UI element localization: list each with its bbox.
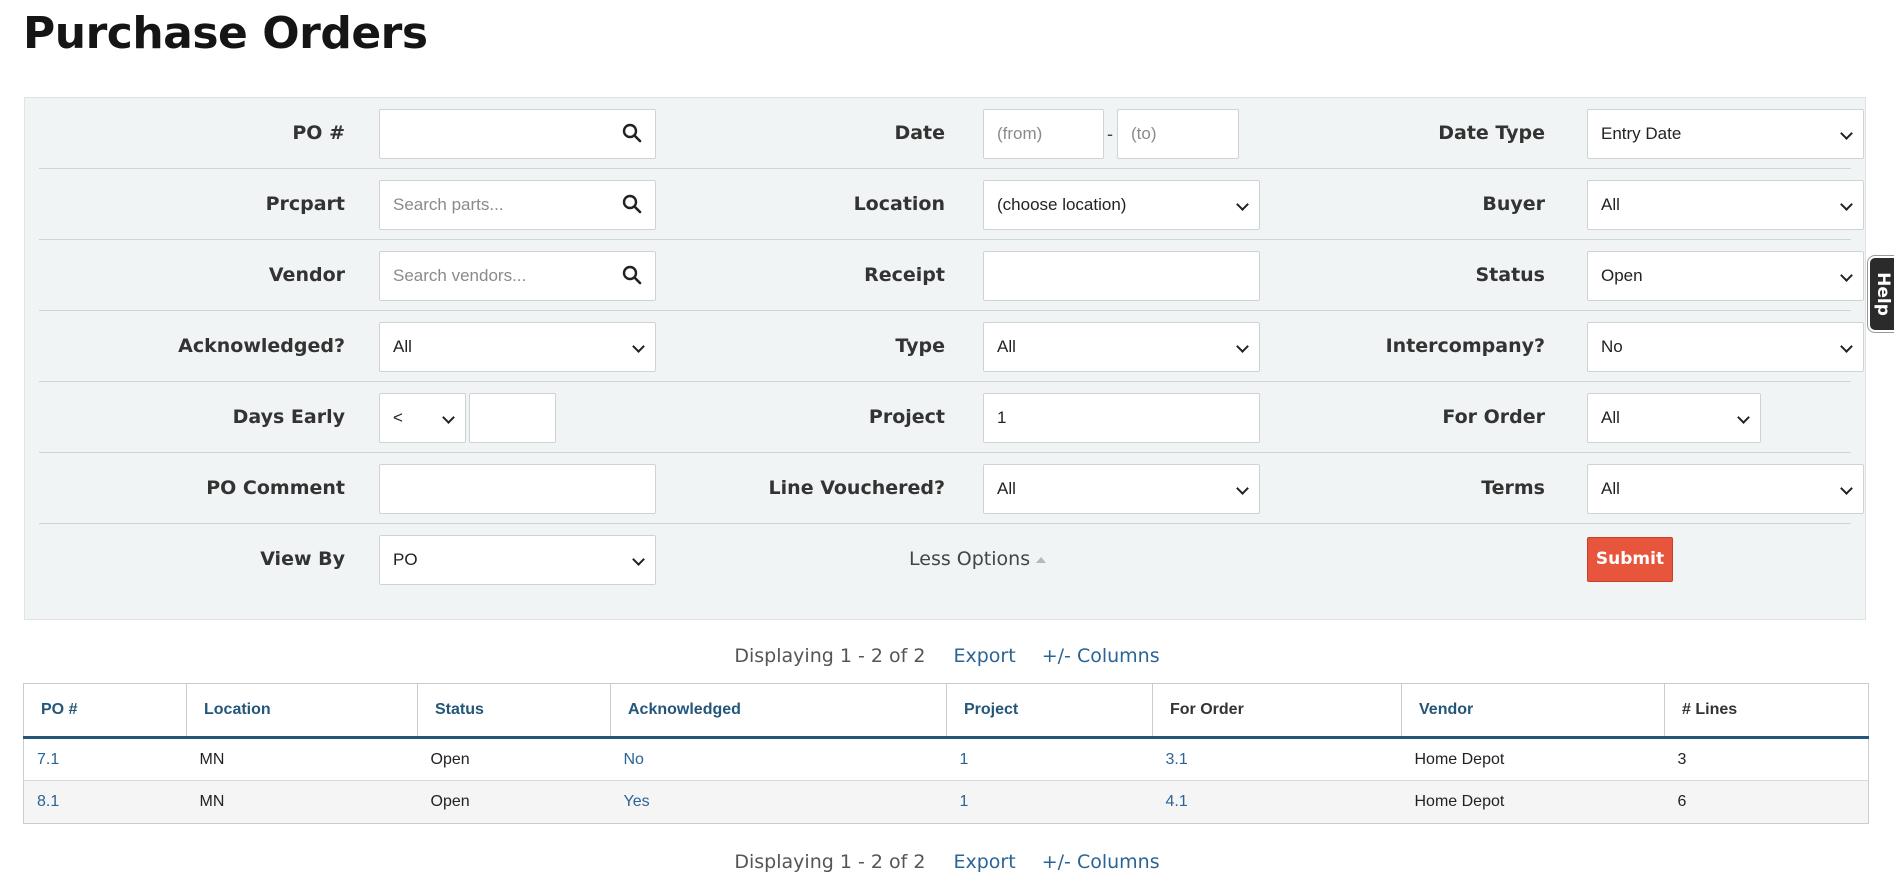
- acknowledged-label: Acknowledged?: [178, 335, 345, 357]
- location-label: Location: [853, 193, 945, 215]
- filter-row-7: View By PO Less Options Submit: [39, 524, 1851, 595]
- buyer-select[interactable]: All: [1587, 180, 1864, 230]
- prcpart-label: Prcpart: [265, 193, 345, 215]
- cell-vendor: Home Depot: [1414, 750, 1505, 768]
- date-type-label: Date Type: [1438, 122, 1545, 144]
- date-label: Date: [894, 122, 945, 144]
- cell-lines: 3: [1677, 750, 1687, 768]
- cell-location: MN: [186, 780, 418, 824]
- cell-po-number: 7.1: [24, 738, 187, 781]
- project-label: Project: [868, 406, 945, 428]
- table-header-row: PO # Location Status Acknowledged Projec…: [23, 683, 1869, 739]
- days-early-operator-select[interactable]: <: [379, 393, 466, 443]
- cell-lines: 6: [1664, 780, 1869, 824]
- cell-project: 1: [946, 780, 1153, 824]
- column-header-po-number[interactable]: PO #: [23, 683, 187, 739]
- column-header-lines: # Lines: [1664, 683, 1869, 739]
- cell-po-number: 8.1: [23, 780, 187, 824]
- for-order-link[interactable]: 4.1: [1166, 793, 1188, 810]
- cell-for-order: 4.1: [1152, 780, 1402, 824]
- page-title: Purchase Orders: [23, 8, 428, 59]
- filter-row-1: PO # Date (from) - (to) Date Type Entry …: [39, 98, 1864, 169]
- project-link[interactable]: 1: [960, 793, 969, 810]
- view-by-label: View By: [260, 548, 345, 570]
- intercompany-select[interactable]: No: [1587, 322, 1864, 372]
- po-link[interactable]: 7.1: [37, 751, 59, 768]
- filter-row-5: Days Early < Project 1 For Order All: [39, 382, 1851, 453]
- filter-panel: PO # Date (from) - (to) Date Type Entry …: [24, 97, 1866, 620]
- buyer-label: Buyer: [1482, 193, 1545, 215]
- table-row: 7.1 MN Open No 1 3.1 Home Depot 3: [24, 738, 1869, 781]
- export-link[interactable]: Export: [953, 645, 1015, 667]
- filter-row-3: Vendor Search vendors... Receipt Status …: [39, 240, 1864, 311]
- vendor-label: Vendor: [268, 264, 345, 286]
- cell-status: Open: [417, 780, 611, 824]
- column-header-vendor[interactable]: Vendor: [1401, 683, 1665, 739]
- export-link[interactable]: Export: [953, 851, 1015, 873]
- type-label: Type: [895, 335, 945, 357]
- status-label: Status: [1475, 264, 1545, 286]
- results-table: PO # Location Status Acknowledged Projec…: [23, 683, 1869, 824]
- cell-for-order: 3.1: [1153, 738, 1402, 781]
- submit-button[interactable]: Submit: [1587, 537, 1673, 582]
- po-comment-label: PO Comment: [206, 477, 345, 499]
- column-header-for-order: For Order: [1152, 683, 1402, 739]
- caret-up-icon: [1036, 556, 1047, 563]
- terms-select[interactable]: All: [1587, 464, 1864, 514]
- project-link[interactable]: 1: [960, 751, 969, 768]
- receipt-label: Receipt: [864, 264, 945, 286]
- date-type-select[interactable]: Entry Date: [1587, 109, 1864, 159]
- po-link[interactable]: 8.1: [37, 793, 59, 810]
- line-vouchered-label: Line Vouchered?: [768, 477, 945, 499]
- cell-acknowledged: No: [611, 738, 947, 781]
- po-number-label: PO #: [292, 122, 345, 144]
- view-by-select[interactable]: PO: [379, 535, 656, 585]
- display-count: Displaying 1 - 2 of 2: [734, 645, 926, 667]
- table-row: 8.1 MN Open Yes 1 4.1 Home Depot 6: [23, 780, 1869, 824]
- terms-label: Terms: [1481, 477, 1545, 499]
- date-from-input[interactable]: (from): [983, 109, 1104, 159]
- days-early-label: Days Early: [232, 406, 345, 428]
- for-order-link[interactable]: 3.1: [1166, 751, 1188, 768]
- cell-location: MN: [199, 750, 225, 768]
- column-header-acknowledged[interactable]: Acknowledged: [610, 683, 947, 739]
- pager-top: Displaying 1 - 2 of 2 Export +/- Columns: [0, 645, 1894, 667]
- less-options-toggle[interactable]: Less Options: [909, 524, 1047, 595]
- intercompany-label: Intercompany?: [1385, 335, 1545, 357]
- acknowledged-link[interactable]: No: [624, 751, 644, 768]
- filter-row-6: PO Comment Line Vouchered? All Terms All: [39, 453, 1864, 524]
- less-options-label: Less Options: [909, 548, 1031, 570]
- cell-acknowledged: Yes: [610, 780, 947, 824]
- cell-vendor: Home Depot: [1401, 780, 1665, 824]
- cell-status: Open: [430, 750, 470, 768]
- acknowledged-link[interactable]: Yes: [624, 793, 650, 810]
- for-order-label: For Order: [1442, 406, 1545, 428]
- status-select[interactable]: Open: [1587, 251, 1864, 301]
- help-tab[interactable]: Help: [1868, 256, 1894, 332]
- display-count: Displaying 1 - 2 of 2: [734, 851, 926, 873]
- column-header-location[interactable]: Location: [186, 683, 418, 739]
- filter-row-2: Prcpart Search parts... Location (choose…: [39, 169, 1864, 240]
- columns-link[interactable]: +/- Columns: [1042, 851, 1160, 873]
- pager-bottom: Displaying 1 - 2 of 2 Export +/- Columns: [0, 851, 1894, 873]
- columns-link[interactable]: +/- Columns: [1042, 645, 1160, 667]
- help-label: Help: [1873, 272, 1893, 316]
- column-header-project[interactable]: Project: [946, 683, 1153, 739]
- column-header-status[interactable]: Status: [417, 683, 611, 739]
- filter-row-4: Acknowledged? All Type All Intercompany?…: [39, 311, 1864, 382]
- cell-project: 1: [947, 738, 1153, 781]
- for-order-select[interactable]: All: [1587, 393, 1761, 443]
